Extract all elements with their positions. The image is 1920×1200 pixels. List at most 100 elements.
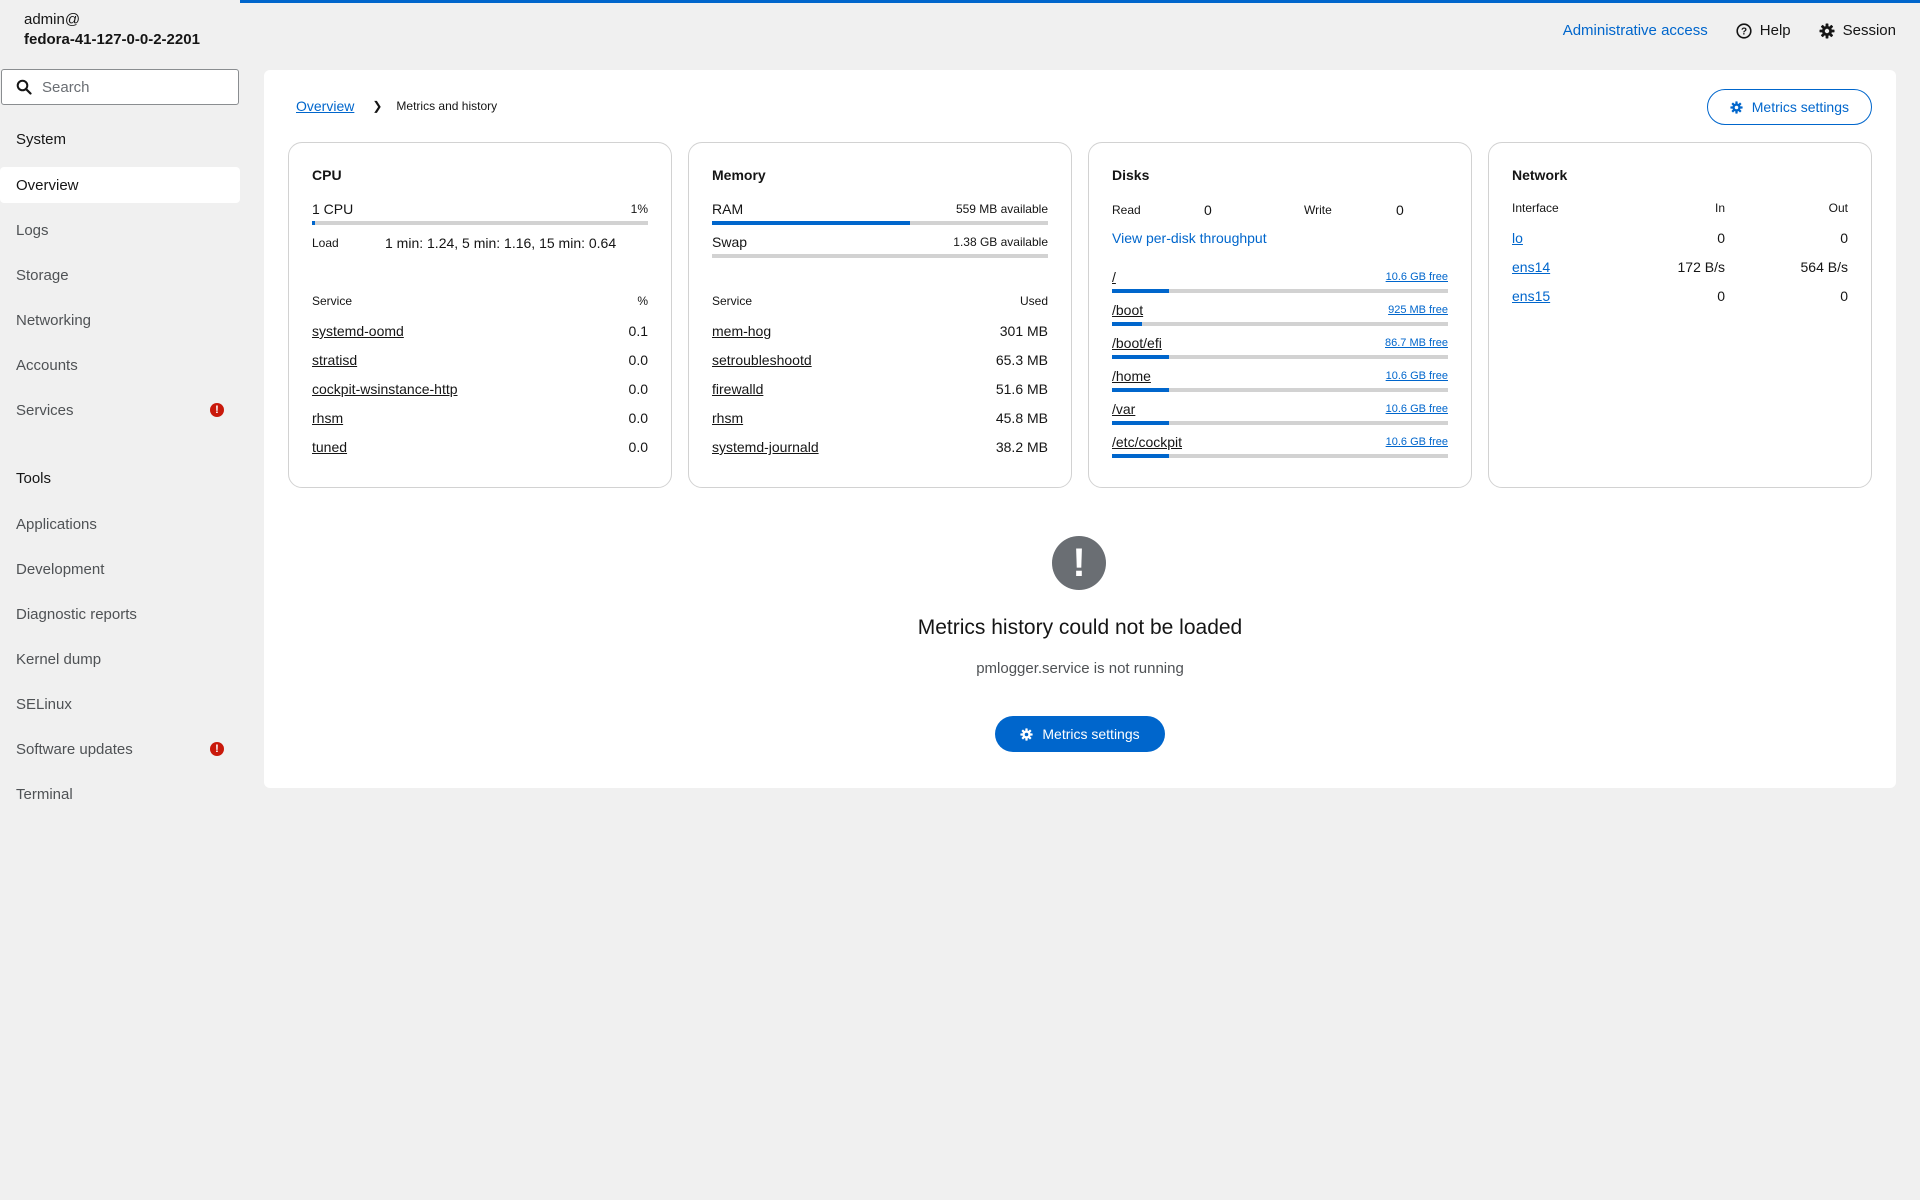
- service-value: 0.0: [628, 439, 648, 455]
- ram-available: 559 MB available: [955, 202, 1048, 216]
- nav-heading-tools: Tools: [16, 470, 52, 487]
- ram-row: RAM 559 MB available: [712, 201, 1048, 217]
- cpu-title: CPU: [312, 167, 342, 183]
- sidebar-item-development[interactable]: Development: [0, 551, 240, 587]
- sidebar-item-label: Terminal: [16, 785, 73, 803]
- mount-path-link[interactable]: /etc/cockpit: [1112, 434, 1182, 450]
- table-row: rhsm 45.8 MB: [712, 410, 1048, 426]
- sidebar-item-networking[interactable]: Networking: [0, 302, 240, 338]
- sidebar-item-label: Development: [16, 560, 105, 578]
- search-box[interactable]: [1, 69, 239, 105]
- table-row: ens14 172 B/s 564 B/s: [1512, 259, 1848, 275]
- mount-path-link[interactable]: /: [1112, 269, 1116, 285]
- mount-usage-bar: [1112, 421, 1448, 425]
- service-value: 301 MB: [999, 323, 1048, 339]
- mount-free-link[interactable]: 10.6 GB free: [1386, 436, 1448, 448]
- service-link[interactable]: cockpit-wsinstance-http: [312, 381, 458, 397]
- mount-path-link[interactable]: /boot: [1112, 302, 1143, 318]
- service-value: 51.6 MB: [995, 381, 1048, 397]
- service-link[interactable]: rhsm: [312, 410, 343, 426]
- mount-free-link[interactable]: 925 MB free: [1388, 304, 1448, 316]
- sidebar-item-software-updates[interactable]: Software updates!: [0, 731, 240, 767]
- sidebar-item-kernel-dump[interactable]: Kernel dump: [0, 641, 240, 677]
- sidebar-item-logs[interactable]: Logs: [0, 212, 240, 248]
- mount-path-link[interactable]: /var: [1112, 401, 1135, 417]
- cpu-usage-percent: 1%: [630, 202, 648, 216]
- empty-state-title: Metrics history could not be loaded: [917, 616, 1243, 639]
- sidebar-item-terminal[interactable]: Terminal: [0, 776, 240, 812]
- memory-title: Memory: [712, 167, 766, 183]
- top-nav: Administrative access ? Help Session: [1563, 22, 1896, 39]
- mount-free-link[interactable]: 10.6 GB free: [1386, 403, 1448, 415]
- interface-link[interactable]: ens14: [1512, 259, 1662, 275]
- sidebar-item-applications[interactable]: Applications: [0, 506, 240, 542]
- service-link[interactable]: tuned: [312, 439, 347, 455]
- top-accent-line: [240, 0, 1920, 3]
- interface-link[interactable]: lo: [1512, 230, 1662, 246]
- interface-out: 564 B/s: [1800, 259, 1848, 275]
- mount-free-link[interactable]: 10.6 GB free: [1386, 271, 1448, 283]
- table-row: mem-hog 301 MB: [712, 323, 1048, 339]
- service-link[interactable]: systemd-oomd: [312, 323, 404, 339]
- sidebar-item-label: Diagnostic reports: [16, 605, 137, 623]
- sidebar-item-services[interactable]: Services!: [0, 392, 240, 428]
- cpu-card: CPU 1 CPU 1% Load 1 min: 1.24, 5 min: 1.…: [288, 142, 672, 488]
- cpu-count: 1 CPU: [312, 201, 354, 217]
- help-label: Help: [1759, 22, 1791, 39]
- swap-usage-bar: [712, 254, 1048, 258]
- sidebar-item-diagnostic-reports[interactable]: Diagnostic reports: [0, 596, 240, 632]
- interface-out: 0: [1840, 288, 1848, 304]
- service-link[interactable]: rhsm: [712, 410, 743, 426]
- disk-mount-row: /boot 925 MB free: [1112, 302, 1448, 318]
- load-value: 1 min: 1.24, 5 min: 1.16, 15 min: 0.64: [385, 235, 617, 251]
- gear-icon: [1730, 100, 1743, 114]
- sidebar-item-storage[interactable]: Storage: [0, 257, 240, 293]
- alert-badge-icon: !: [210, 403, 224, 417]
- mount-usage-fill: [1112, 421, 1170, 425]
- sidebar-item-overview[interactable]: Overview: [0, 167, 240, 203]
- metrics-settings-primary-label: Metrics settings: [1042, 726, 1140, 742]
- metrics-settings-primary-button[interactable]: Metrics settings: [995, 716, 1165, 752]
- interface-in: 0: [1717, 230, 1725, 246]
- administrative-access-button[interactable]: Administrative access: [1563, 22, 1708, 39]
- col-in: In: [1714, 201, 1725, 215]
- disk-mount-row: /boot/efi 86.7 MB free: [1112, 335, 1448, 351]
- metrics-settings-label: Metrics settings: [1751, 99, 1849, 115]
- sidebar-item-accounts[interactable]: Accounts: [0, 347, 240, 383]
- table-row: ens15 0 0: [1512, 288, 1848, 304]
- session-button[interactable]: Session: [1819, 22, 1896, 39]
- breadcrumb: Overview ❯ Metrics and history: [296, 98, 497, 114]
- mount-free-link[interactable]: 86.7 MB free: [1385, 337, 1448, 349]
- service-link[interactable]: systemd-journald: [712, 439, 819, 455]
- sidebar-item-selinux[interactable]: SELinux: [0, 686, 240, 722]
- table-row: systemd-oomd 0.1: [312, 323, 648, 339]
- sidebar: admin@ fedora-41-127-0-0-2-2201 System O…: [0, 0, 240, 1200]
- mount-path-link[interactable]: /home: [1112, 368, 1151, 384]
- memory-card: Memory RAM 559 MB available Swap 1.38 GB…: [688, 142, 1072, 488]
- host-info[interactable]: admin@ fedora-41-127-0-0-2-2201: [24, 10, 200, 50]
- service-link[interactable]: setroubleshootd: [712, 352, 812, 368]
- breadcrumb-overview-link[interactable]: Overview: [296, 98, 354, 114]
- help-button[interactable]: ? Help: [1736, 22, 1791, 39]
- disks-card: Disks Read 0 Write 0 View per-disk throu…: [1088, 142, 1472, 488]
- sidebar-item-label: Overview: [16, 176, 79, 194]
- interface-in: 172 B/s: [1677, 259, 1725, 275]
- gear-icon: [1819, 23, 1835, 38]
- service-link[interactable]: stratisd: [312, 352, 357, 368]
- mount-path-link[interactable]: /boot/efi: [1112, 335, 1162, 351]
- table-row: systemd-journald 38.2 MB: [712, 439, 1048, 455]
- chevron-right-icon: ❯: [372, 99, 383, 113]
- interface-link[interactable]: ens15: [1512, 288, 1662, 304]
- service-link[interactable]: mem-hog: [712, 323, 771, 339]
- service-link[interactable]: firewalld: [712, 381, 763, 397]
- search-input[interactable]: [42, 78, 232, 96]
- mount-free-link[interactable]: 10.6 GB free: [1386, 370, 1448, 382]
- per-disk-throughput-link[interactable]: View per-disk throughput: [1112, 230, 1267, 246]
- alert-badge-icon: !: [210, 742, 224, 756]
- service-value: 0.1: [628, 323, 648, 339]
- metrics-settings-button[interactable]: Metrics settings: [1706, 89, 1872, 125]
- session-label: Session: [1842, 22, 1896, 39]
- sidebar-item-label: Software updates: [16, 740, 133, 758]
- disks-title: Disks: [1112, 167, 1150, 183]
- write-label: Write: [1304, 203, 1332, 217]
